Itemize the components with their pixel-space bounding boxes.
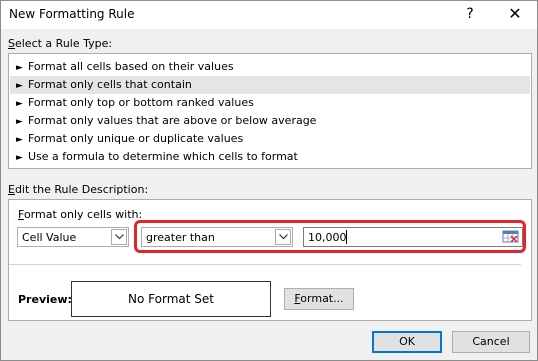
rule-arrow-icon: ► — [16, 135, 23, 145]
operator-select[interactable]: greater than — [141, 227, 293, 247]
rule-type-item-label: Format only values that are above or bel… — [28, 114, 317, 127]
rule-type-item[interactable]: ► Use a formula to determine which cells … — [10, 148, 530, 166]
cancel-button[interactable]: Cancel — [452, 331, 530, 353]
rule-description-heading-text: dit the Rule Description: — [14, 183, 149, 196]
rule-description-heading-mnemonic: E — [8, 183, 15, 196]
format-preview: No Format Set — [71, 281, 271, 317]
dialog-title: New Formatting Rule — [9, 7, 135, 21]
chevron-down-icon[interactable] — [275, 229, 291, 245]
rule-type-item[interactable]: ► Format only values that are above or be… — [10, 112, 530, 130]
rule-type-item[interactable]: ► Format only top or bottom ranked values — [10, 94, 530, 112]
title-bar: New Formatting Rule ? ✕ — [1, 1, 537, 29]
rule-type-item[interactable]: ► Format all cells based on their values — [10, 58, 530, 76]
rule-type-item-label: Use a formula to determine which cells t… — [28, 150, 298, 163]
text-caret — [346, 230, 347, 244]
rule-arrow-icon: ► — [16, 117, 23, 127]
rule-description-heading: Edit the Rule Description: — [8, 183, 148, 196]
rule-type-item[interactable]: ► Format only cells that contain — [10, 76, 530, 94]
close-button[interactable]: ✕ — [501, 4, 529, 24]
rule-type-heading-text: elect a Rule Type: — [14, 37, 113, 50]
value-input-text: 10,000 — [308, 231, 347, 244]
rule-type-list[interactable]: ► Format all cells based on their values … — [8, 53, 532, 169]
chevron-down-icon[interactable] — [111, 229, 127, 245]
rule-type-item-label: Format all cells based on their values — [28, 60, 234, 73]
rule-type-item-label: Format only cells that contain — [28, 78, 192, 91]
rule-type-heading: Select a Rule Type: — [8, 37, 112, 50]
format-button-text: ormat... — [300, 292, 344, 305]
rule-type-item[interactable]: ► Format only unique or duplicate values — [10, 130, 530, 148]
cell-value-select-value: Cell Value — [22, 231, 77, 244]
rule-type-item-label: Format only top or bottom ranked values — [28, 96, 254, 109]
new-formatting-rule-dialog: New Formatting Rule ? ✕ Select a Rule Ty… — [0, 0, 538, 361]
range-select-icon[interactable] — [502, 229, 520, 245]
rule-arrow-icon: ► — [16, 99, 23, 109]
rule-arrow-icon: ► — [16, 153, 23, 163]
rule-type-heading-mnemonic: S — [8, 37, 15, 50]
format-only-cells-label: Format only cells with: — [18, 208, 142, 221]
rule-arrow-icon: ► — [16, 81, 23, 91]
rule-type-item-label: Format only unique or duplicate values — [28, 132, 244, 145]
cell-value-select[interactable]: Cell Value — [17, 227, 129, 247]
operator-select-value: greater than — [146, 231, 215, 244]
section-divider — [9, 264, 521, 265]
ok-button[interactable]: OK — [372, 331, 442, 353]
value-input[interactable]: 10,000 — [303, 227, 523, 247]
format-button[interactable]: Format... — [284, 288, 354, 310]
preview-label: Preview: — [18, 293, 72, 306]
format-only-text: ormat only cells with: — [23, 208, 143, 221]
rule-arrow-icon: ► — [16, 63, 23, 73]
help-button[interactable]: ? — [459, 4, 481, 24]
